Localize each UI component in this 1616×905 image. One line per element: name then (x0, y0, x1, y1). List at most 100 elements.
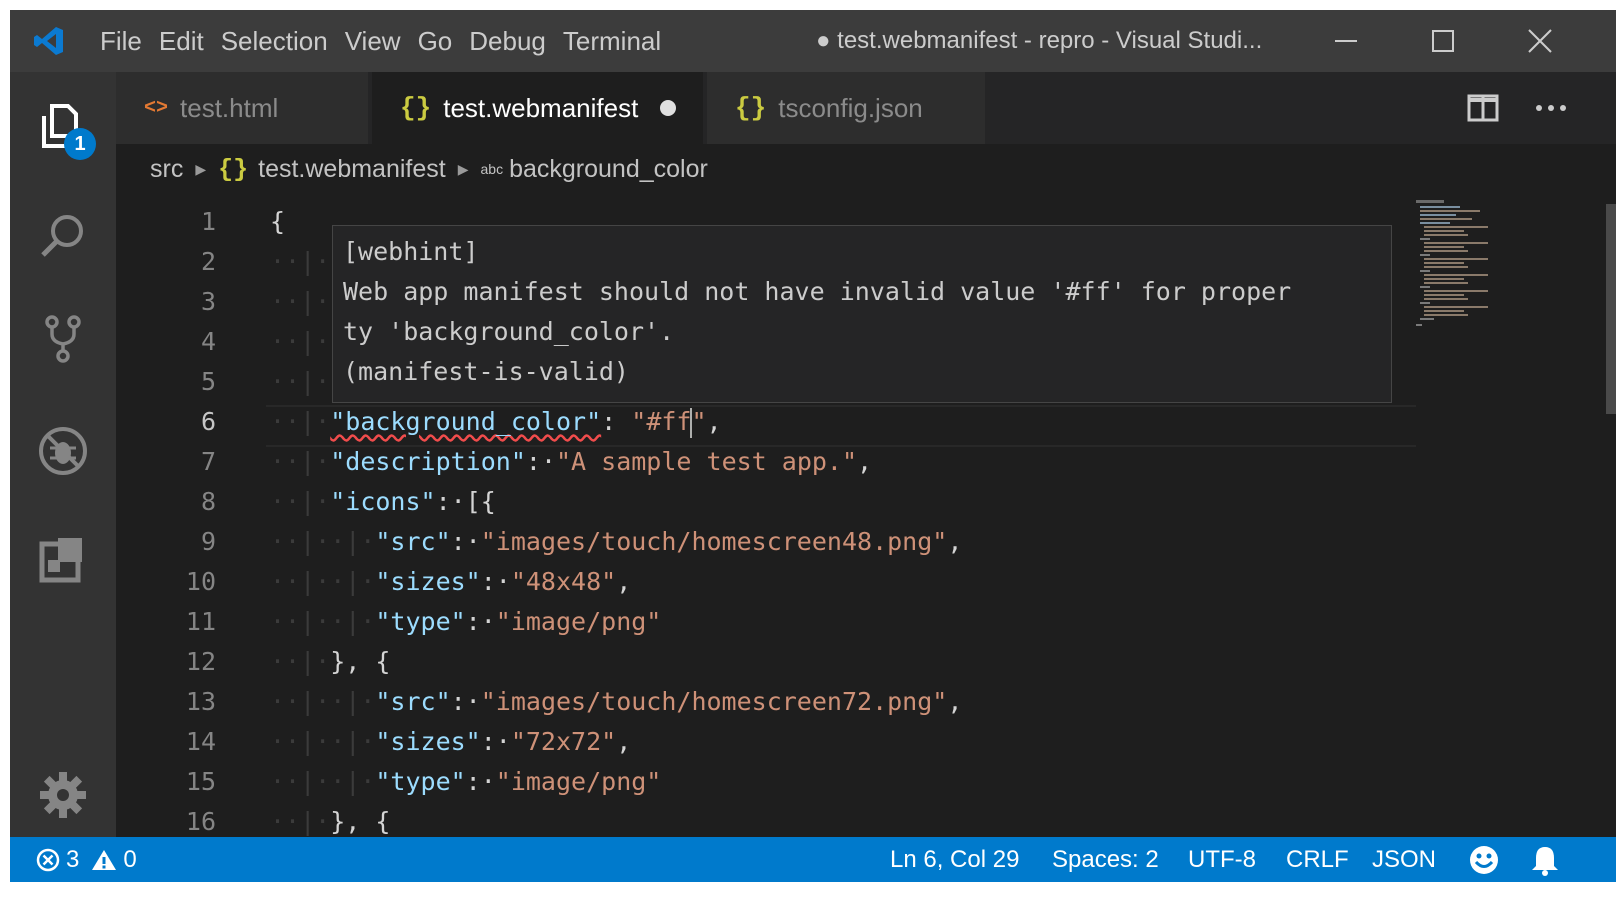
search-button[interactable] (36, 210, 90, 264)
code-line-3: ··|· (270, 287, 331, 316)
code-line-2: ··|· (270, 247, 331, 276)
code-line-16: ··|·}, { (270, 807, 391, 836)
more-actions-button[interactable] (1526, 72, 1576, 144)
string-symbol-icon: abc (480, 161, 504, 177)
extensions-button[interactable] (36, 532, 90, 586)
breadcrumb-folder[interactable]: src (150, 155, 183, 184)
notifications-button[interactable] (1530, 837, 1560, 882)
code-line-1: { (270, 207, 286, 236)
menu-edit[interactable]: Edit (159, 26, 221, 57)
vertical-scrollbar[interactable] (1566, 194, 1616, 844)
line-number: 1 (200, 207, 216, 236)
json-file-icon: {} (735, 93, 767, 123)
line-number: 10 (185, 567, 216, 596)
code-line-13: ··|··|·"src":·"images/touch/homescreen72… (270, 687, 963, 716)
maximize-button[interactable] (1413, 10, 1473, 72)
error-count: 3 (66, 845, 80, 873)
search-icon (41, 215, 83, 257)
close-window-button[interactable] (1510, 10, 1570, 72)
cursor-position[interactable]: Ln 6, Col 29 (890, 837, 1019, 882)
warning-count: 0 (123, 845, 137, 873)
menu-view[interactable]: View (345, 26, 418, 57)
scrollbar-thumb[interactable] (1606, 204, 1616, 414)
tab-test-html[interactable]: <> test.html (116, 72, 368, 144)
code-line-7: ··|·"description":·"A sample test app.", (270, 447, 873, 476)
hover-message-line: ty 'background_color'. (343, 317, 675, 346)
line-number: 6 (200, 407, 216, 436)
line-number: 13 (185, 687, 216, 716)
smiley-icon (1470, 845, 1498, 874)
explorer-button[interactable]: 1 (36, 100, 96, 160)
line-number: 5 (200, 367, 216, 396)
menu-go[interactable]: Go (418, 26, 470, 57)
vscode-window: File Edit Selection View Go Debug Termin… (10, 10, 1616, 882)
html-file-icon: <> (144, 96, 169, 120)
code-editor[interactable]: 1 2 3 4 5 6 7 8 9 10 11 12 13 14 15 16 { ··|· ··|· ··|·… (116, 194, 1616, 847)
activity-bar: 1 (10, 72, 116, 847)
status-bar: 3 0 Ln 6, Col 29 Spaces: 2 UTF-8 CRLF JS… (10, 837, 1616, 882)
minimap[interactable] (1416, 200, 1516, 340)
line-number: 2 (200, 247, 216, 276)
split-editor-button[interactable] (1458, 72, 1508, 144)
json-file-icon: {} (218, 154, 249, 184)
code-line-11: ··|··|·"type":·"image/png" (270, 607, 662, 636)
menu-debug[interactable]: Debug (469, 26, 563, 57)
explorer-badge: 1 (64, 128, 96, 160)
code-line-8: ··|·"icons":·[{ (270, 487, 496, 516)
minimize-icon (1335, 40, 1357, 42)
code-line-5: ··|· (270, 367, 331, 396)
language-mode[interactable]: JSON (1372, 837, 1436, 882)
indentation[interactable]: Spaces: 2 (1052, 837, 1159, 882)
line-number: 14 (185, 727, 216, 756)
line-number: 9 (200, 527, 216, 556)
tab-test-webmanifest[interactable]: {} test.webmanifest (372, 72, 703, 144)
line-number: 11 (185, 607, 216, 636)
hover-tooltip: [webhint] Web app manifest should not ha… (332, 225, 1392, 403)
hover-rule-id: (manifest-is-valid) (343, 357, 629, 386)
line-number: 12 (185, 647, 216, 676)
debug-icon (39, 427, 87, 475)
line-number: 3 (200, 287, 216, 316)
warning-icon (92, 849, 117, 870)
split-editor-icon (1467, 94, 1499, 122)
menu-file[interactable]: File (100, 26, 159, 57)
code-line-9: ··|··|·"src":·"images/touch/homescreen48… (270, 527, 963, 556)
source-control-button[interactable] (36, 312, 90, 366)
breadcrumb: src ▶ {} test.webmanifest ▶ abc backgrou… (116, 144, 1616, 194)
tab-label: test.webmanifest (443, 92, 639, 123)
error-icon (36, 848, 60, 871)
menu-bar: File Edit Selection View Go Debug Termin… (100, 10, 678, 72)
line-number: 4 (200, 327, 216, 356)
close-icon (1528, 29, 1552, 53)
line-number: 7 (200, 447, 216, 476)
title-bar: File Edit Selection View Go Debug Termin… (10, 10, 1616, 72)
line-number: 15 (185, 767, 216, 796)
unsaved-dot-icon[interactable] (660, 100, 677, 116)
maximize-icon (1432, 30, 1454, 52)
line-number: 8 (200, 487, 216, 516)
menu-selection[interactable]: Selection (221, 26, 345, 57)
more-icon (1536, 105, 1566, 111)
code-line-10: ··|··|·"sizes":·"48x48", (270, 567, 632, 596)
code-line-6: ··|·"background_color": "#ff", (270, 407, 722, 438)
feedback-button[interactable] (1468, 837, 1500, 882)
window-title: ● test.webmanifest - repro - Visual Stud… (816, 27, 1263, 54)
chevron-right-icon: ▶ (195, 160, 207, 177)
line-ending[interactable]: CRLF (1286, 837, 1349, 882)
breadcrumb-file[interactable]: test.webmanifest (258, 155, 446, 184)
code-line-15: ··|··|·"type":·"image/png" (270, 767, 662, 796)
source-control-icon (45, 315, 81, 363)
encoding[interactable]: UTF-8 (1188, 837, 1256, 882)
tab-label: tsconfig.json (778, 92, 923, 123)
debug-button[interactable] (36, 424, 90, 478)
menu-terminal[interactable]: Terminal (563, 26, 678, 57)
breadcrumb-symbol[interactable]: background_color (509, 155, 708, 184)
manage-button[interactable] (36, 768, 90, 822)
bell-icon (1532, 846, 1558, 876)
tab-tsconfig-json[interactable]: {} tsconfig.json (707, 72, 985, 144)
problems-indicator[interactable]: 3 0 (36, 837, 137, 882)
extensions-icon (39, 538, 82, 583)
line-number: 16 (185, 807, 216, 836)
minimize-button[interactable] (1316, 10, 1376, 72)
json-file-icon: {} (400, 93, 432, 123)
